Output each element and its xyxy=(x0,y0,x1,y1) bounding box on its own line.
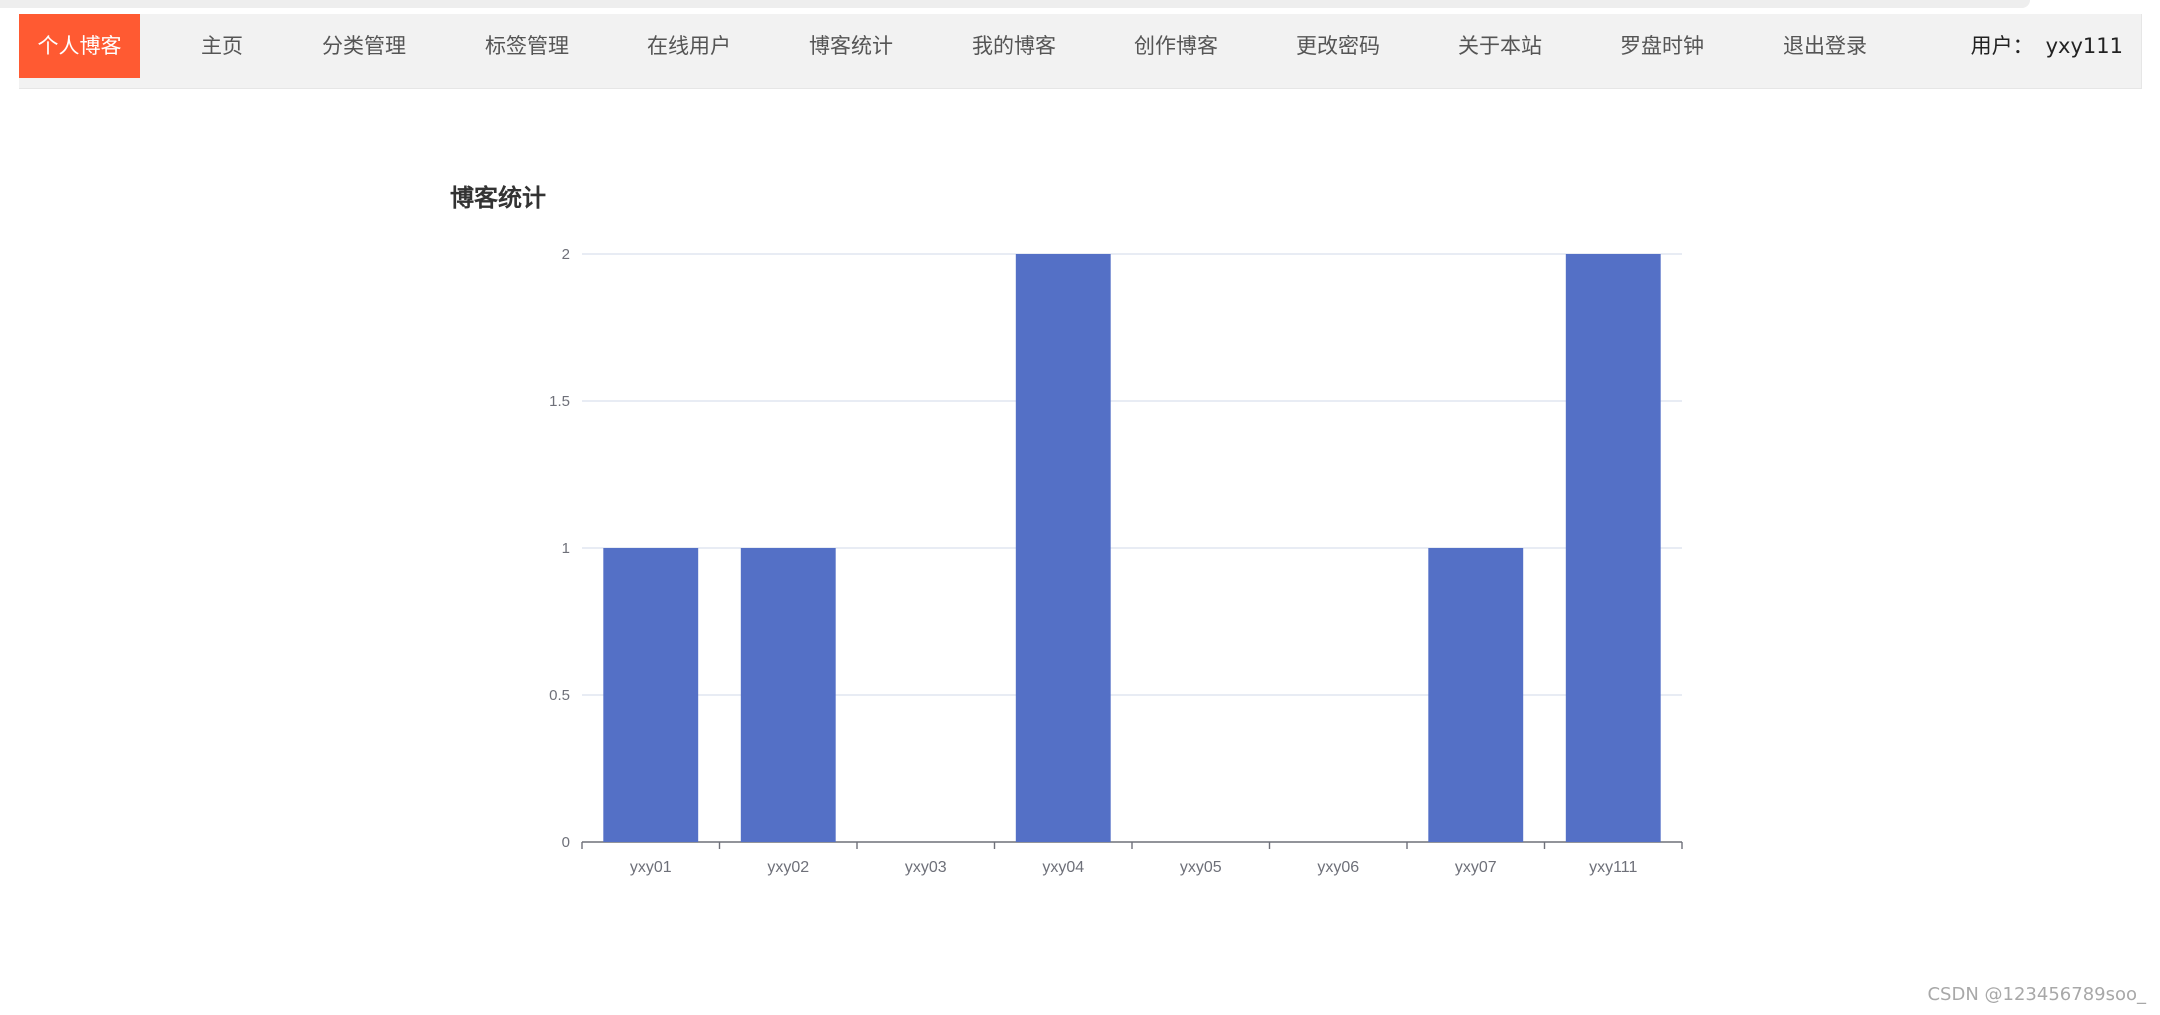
x-tick-label: yxy04 xyxy=(1042,859,1084,876)
y-tick-label: 2 xyxy=(562,246,570,263)
x-tick-label: yxy05 xyxy=(1180,859,1222,876)
x-tick-label: yxy07 xyxy=(1455,859,1497,876)
y-tick-label: 1 xyxy=(562,540,570,557)
y-tick-label: 1.5 xyxy=(549,393,570,410)
bar-yxy02 xyxy=(740,548,836,842)
csdn-watermark: CSDN @123456789soo_ xyxy=(1927,984,2146,1005)
y-tick-label: 0 xyxy=(562,834,570,851)
bar-yxy111 xyxy=(1565,254,1661,842)
x-tick-label: yxy03 xyxy=(905,859,947,876)
bar-yxy07 xyxy=(1428,548,1524,842)
blog-statistics-bar-chart: 0 0.5 1 1.5 2 yxy01 yxy02 yxy03 yxy04 yxy05 yxy06 y… xyxy=(549,246,1683,876)
x-tick-label: yxy06 xyxy=(1317,859,1359,876)
bar-yxy01 xyxy=(603,548,699,842)
y-tick-label: 0.5 xyxy=(549,687,570,704)
x-tick-label: yxy111 xyxy=(1589,859,1637,876)
bar-yxy04 xyxy=(1015,254,1111,842)
x-tick-label: yxy01 xyxy=(630,859,672,876)
x-tick-label: yxy02 xyxy=(767,859,809,876)
